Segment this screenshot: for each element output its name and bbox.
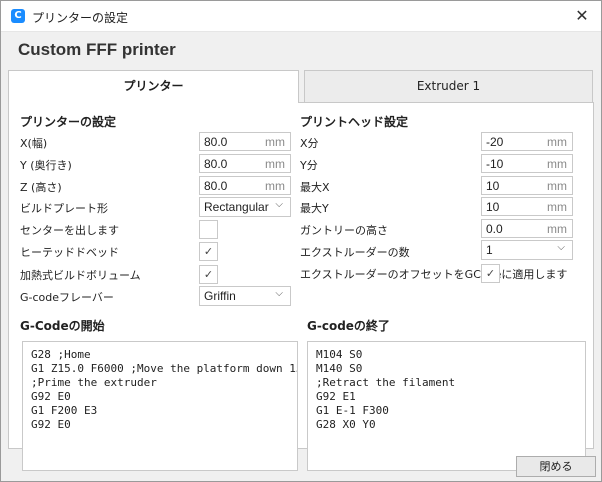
chevron-down-icon: ⌵ bbox=[557, 242, 565, 253]
height-value: 80.0 bbox=[204, 179, 228, 193]
y-min-field[interactable]: -10 mm bbox=[481, 154, 573, 173]
extruder-count-label: エクストルーダーの数 bbox=[300, 246, 410, 259]
heated-bed-checkbox[interactable]: ✓ bbox=[199, 242, 218, 261]
printhead-settings-heading: プリントヘッド設定 bbox=[300, 115, 409, 129]
chevron-down-icon: ⌵ bbox=[275, 199, 283, 210]
gantry-height-field[interactable]: 0.0 mm bbox=[481, 219, 573, 238]
y-max-label: 最大Y bbox=[300, 202, 329, 215]
x-min-unit: mm bbox=[547, 135, 567, 149]
heated-bed-label: ヒーテッドドベッド bbox=[20, 246, 119, 259]
apply-extruder-offsets-checkbox[interactable]: ✓ bbox=[481, 264, 500, 283]
heated-volume-label: 加熱式ビルドボリューム bbox=[20, 269, 141, 282]
printer-settings-dialog: C プリンターの設定 ✕ Custom FFF printer プリンター Ex… bbox=[0, 0, 602, 482]
width-label: X(幅) bbox=[20, 137, 48, 150]
y-min-label: Y分 bbox=[300, 159, 318, 172]
heated-volume-checkbox[interactable]: ✓ bbox=[199, 265, 218, 284]
width-unit: mm bbox=[265, 135, 285, 149]
gantry-height-unit: mm bbox=[547, 222, 567, 236]
width-value: 80.0 bbox=[204, 135, 228, 149]
x-max-field[interactable]: 10 mm bbox=[481, 176, 573, 195]
gantry-height-value: 0.0 bbox=[486, 222, 503, 236]
origin-at-center-checkbox[interactable] bbox=[199, 220, 218, 239]
depth-unit: mm bbox=[265, 157, 285, 171]
checkmark-icon: ✓ bbox=[203, 245, 214, 258]
y-min-value: -10 bbox=[486, 157, 504, 171]
y-max-value: 10 bbox=[486, 200, 500, 214]
height-field[interactable]: 80.0 mm bbox=[199, 176, 291, 195]
x-max-unit: mm bbox=[547, 179, 567, 193]
build-plate-shape-select[interactable]: Rectangular ⌵ bbox=[199, 197, 291, 217]
x-min-field[interactable]: -20 mm bbox=[481, 132, 573, 151]
start-gcode-heading: G-Codeの開始 bbox=[20, 319, 105, 333]
gcode-flavor-value: Griffin bbox=[204, 289, 236, 303]
depth-label: Y (奥行き) bbox=[20, 159, 72, 172]
extruder-count-value: 1 bbox=[486, 243, 493, 257]
build-plate-shape-label: ビルドプレート形 bbox=[20, 202, 108, 215]
x-min-label: X分 bbox=[300, 137, 319, 150]
x-min-value: -20 bbox=[486, 135, 504, 149]
tab-extruder-1[interactable]: Extruder 1 bbox=[304, 70, 593, 102]
end-gcode-editor[interactable]: M104 S0 M140 S0 ;Retract the filament G9… bbox=[307, 341, 586, 471]
printer-name: Custom FFF printer bbox=[18, 40, 176, 59]
build-plate-shape-value: Rectangular bbox=[204, 200, 269, 214]
gcode-flavor-select[interactable]: Griffin ⌵ bbox=[199, 286, 291, 306]
height-unit: mm bbox=[265, 179, 285, 193]
checkmark-icon: ✓ bbox=[485, 267, 496, 280]
y-max-field[interactable]: 10 mm bbox=[481, 197, 573, 216]
close-button[interactable]: 閉める bbox=[516, 456, 596, 477]
tab-printer[interactable]: プリンター bbox=[8, 70, 299, 103]
x-max-label: 最大X bbox=[300, 181, 330, 194]
origin-at-center-label: センターを出します bbox=[20, 224, 119, 237]
printer-tab-panel: プリンターの設定 X(幅) 80.0 mm Y (奥行き) 80.0 mm Z … bbox=[8, 102, 594, 471]
start-gcode-editor[interactable]: G28 ;Home G1 Z15.0 F6000 ;Move the platf… bbox=[22, 341, 298, 471]
depth-value: 80.0 bbox=[204, 157, 228, 171]
apply-extruder-offsets-label: エクストルーダーのオフセットをGCodeに適用します bbox=[300, 268, 568, 281]
printer-settings-heading: プリンターの設定 bbox=[20, 115, 117, 129]
checkmark-icon: ✓ bbox=[203, 268, 214, 281]
width-field[interactable]: 80.0 mm bbox=[199, 132, 291, 151]
y-min-unit: mm bbox=[547, 157, 567, 171]
extruder-count-select[interactable]: 1 ⌵ bbox=[481, 240, 573, 260]
end-gcode-heading: G-codeの終了 bbox=[307, 319, 390, 333]
cura-app-icon: C bbox=[11, 9, 25, 23]
close-icon[interactable]: ✕ bbox=[567, 3, 597, 29]
dialog-body: Custom FFF printer プリンター Extruder 1 プリンタ… bbox=[1, 32, 601, 481]
gantry-height-label: ガントリーの高さ bbox=[300, 224, 388, 237]
title-bar: C プリンターの設定 ✕ bbox=[1, 1, 601, 32]
window-title: プリンターの設定 bbox=[32, 11, 129, 25]
chevron-down-icon: ⌵ bbox=[275, 288, 283, 299]
gcode-flavor-label: G-codeフレーバー bbox=[20, 291, 114, 304]
depth-field[interactable]: 80.0 mm bbox=[199, 154, 291, 173]
x-max-value: 10 bbox=[486, 179, 500, 193]
y-max-unit: mm bbox=[547, 200, 567, 214]
height-label: Z (高さ) bbox=[20, 181, 62, 194]
